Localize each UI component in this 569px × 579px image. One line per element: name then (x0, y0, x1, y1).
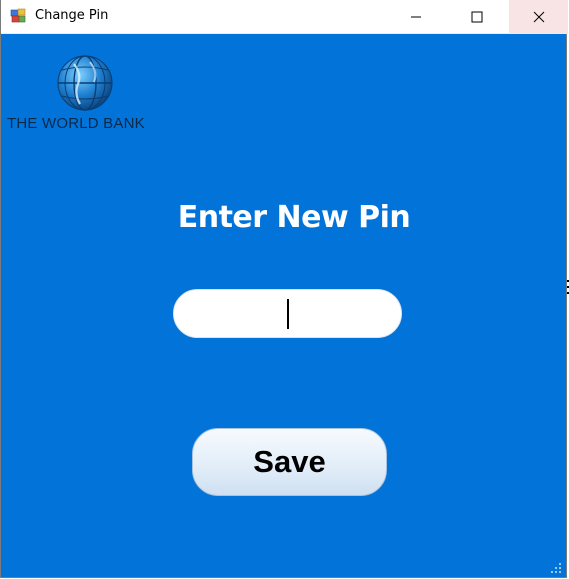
app-icon (10, 8, 26, 23)
minimize-icon (411, 16, 421, 17)
maximize-button[interactable] (454, 0, 500, 33)
minimize-button[interactable] (393, 0, 439, 33)
resize-grip-icon[interactable] (550, 562, 562, 574)
logo-text: THE WORLD BANK (7, 115, 145, 132)
page-heading: Enter New Pin (177, 200, 411, 235)
close-icon (533, 11, 544, 22)
close-button[interactable] (509, 0, 568, 33)
client-area: THE WORLD BANK Enter New Pin Save (1, 34, 566, 577)
change-pin-window: Change Pin THE WORLD BANK Enter New Pin … (0, 0, 568, 578)
maximize-icon (471, 11, 483, 22)
text-caret (287, 299, 289, 329)
title-bar[interactable]: Change Pin (1, 0, 568, 34)
globe-icon (57, 55, 113, 111)
window-title: Change Pin (35, 8, 109, 23)
save-button[interactable]: Save (192, 428, 387, 496)
